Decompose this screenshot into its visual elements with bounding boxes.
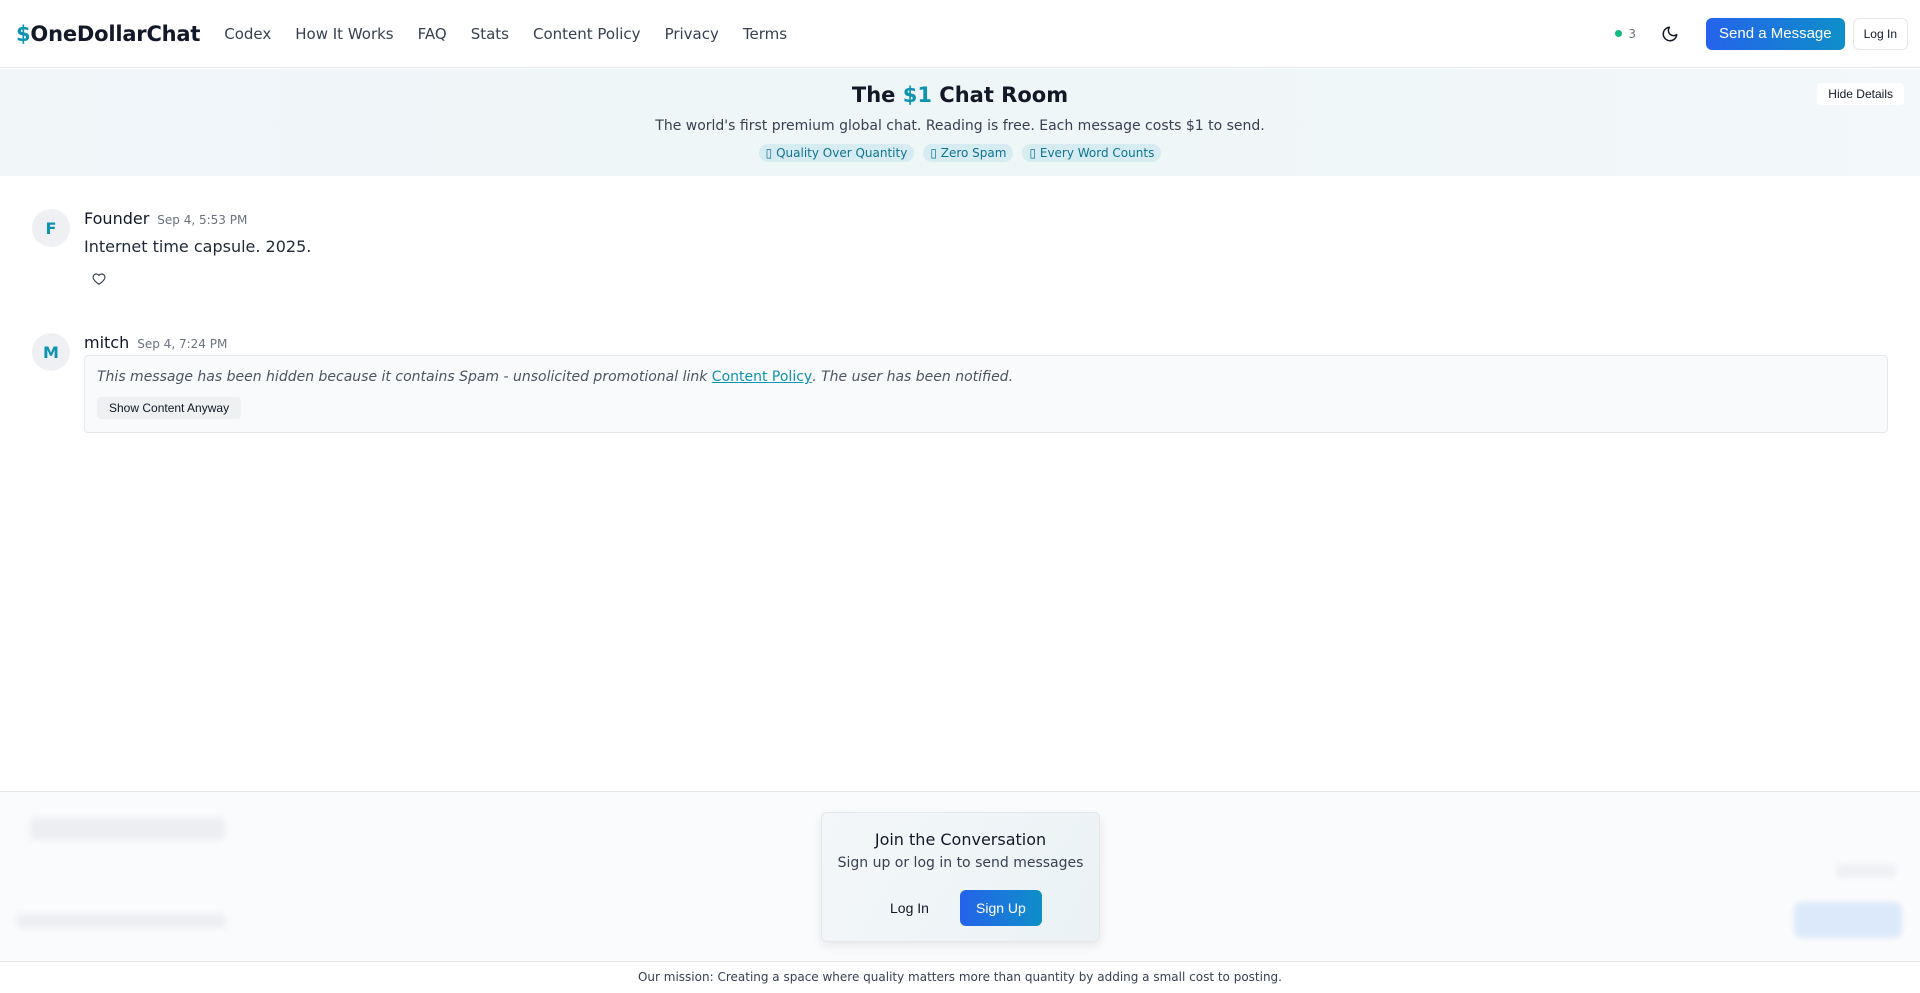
footer-mission: Our mission: Creating a space where qual… xyxy=(0,961,1920,993)
badge-quality: ▯ Quality Over Quantity xyxy=(758,144,915,162)
message-time: Sep 4, 5:53 PM xyxy=(157,213,248,227)
content-policy-link[interactable]: Content Policy xyxy=(712,369,812,385)
message-author[interactable]: mitch xyxy=(84,333,129,352)
badge-zero-spam: ▯ Zero Spam xyxy=(923,144,1014,162)
nav-faq[interactable]: FAQ xyxy=(418,25,447,43)
hero-banner: The $1 Chat Room The world's first premi… xyxy=(0,69,1920,176)
title-accent: $1 xyxy=(902,83,932,107)
join-subtitle: Sign up or log in to send messages xyxy=(837,855,1084,871)
blurred-counter xyxy=(1836,864,1896,878)
blurred-composer-hint xyxy=(16,914,226,928)
join-signup-button[interactable]: Sign Up xyxy=(960,890,1042,926)
message-author[interactable]: Founder xyxy=(84,209,149,228)
send-message-button[interactable]: Send a Message xyxy=(1706,17,1845,50)
join-title: Join the Conversation xyxy=(874,830,1047,849)
brand-dollar: $ xyxy=(16,21,31,46)
message-text: Internet time capsule. 2025. xyxy=(84,237,312,256)
nav-how-it-works[interactable]: How It Works xyxy=(295,25,393,43)
header-actions: 3 Send a Message Log In xyxy=(1615,17,1908,50)
hidden-text-pre: This message has been hidden because it … xyxy=(97,369,712,385)
online-count: 3 xyxy=(1628,26,1637,41)
nav-privacy[interactable]: Privacy xyxy=(665,25,719,43)
avatar[interactable]: M xyxy=(32,333,70,371)
online-indicator: 3 xyxy=(1615,27,1636,41)
hide-details-button[interactable]: Hide Details xyxy=(1817,83,1904,105)
nav-codex[interactable]: Codex xyxy=(224,25,271,43)
show-content-button[interactable]: Show Content Anyway xyxy=(97,397,242,419)
badge-every-word: ▯ Every Word Counts xyxy=(1022,144,1162,162)
avatar[interactable]: F xyxy=(32,209,70,247)
blurred-send-button xyxy=(1794,902,1902,938)
nav-stats[interactable]: Stats xyxy=(471,25,509,43)
message-header: Founder Sep 4, 5:53 PM xyxy=(84,209,247,228)
page-title: The $1 Chat Room xyxy=(0,83,1920,107)
hidden-text-post: . The user has been notified. xyxy=(812,369,1014,385)
theme-toggle-button[interactable] xyxy=(1654,18,1686,50)
hidden-message-text: This message has been hidden because it … xyxy=(97,369,1013,385)
message-item: F Founder Sep 4, 5:53 PM Internet time c… xyxy=(32,209,1888,293)
hidden-message-notice: This message has been hidden because it … xyxy=(84,355,1888,433)
message-header: mitch Sep 4, 7:24 PM xyxy=(84,333,227,352)
brand-name: OneDollarChat xyxy=(30,21,201,46)
blurred-composer-field xyxy=(30,818,225,840)
nav-content-policy[interactable]: Content Policy xyxy=(533,25,641,43)
moon-icon xyxy=(1662,26,1678,41)
join-login-button[interactable]: Log In xyxy=(882,890,937,926)
online-dot-icon xyxy=(1615,30,1623,37)
hero-subtitle: The world's first premium global chat. R… xyxy=(655,118,1265,134)
brand-logo[interactable]: $OneDollarChat xyxy=(16,22,200,46)
top-header: $OneDollarChat Codex How It Works FAQ St… xyxy=(0,0,1920,68)
like-button[interactable] xyxy=(92,271,108,287)
title-suffix: Chat Room xyxy=(931,83,1069,107)
message-item: M mitch Sep 4, 7:24 PM This message has … xyxy=(32,333,1888,445)
nav-terms[interactable]: Terms xyxy=(743,25,787,43)
heart-icon xyxy=(92,273,106,285)
title-prefix: The xyxy=(851,83,903,107)
feature-badges: ▯ Quality Over Quantity ▯ Zero Spam ▯ Ev… xyxy=(0,144,1920,162)
join-conversation-card: Join the Conversation Sign up or log in … xyxy=(821,812,1100,942)
main-nav: Codex How It Works FAQ Stats Content Pol… xyxy=(224,25,811,43)
message-time: Sep 4, 7:24 PM xyxy=(137,337,228,351)
header-login-button[interactable]: Log In xyxy=(1852,17,1908,50)
